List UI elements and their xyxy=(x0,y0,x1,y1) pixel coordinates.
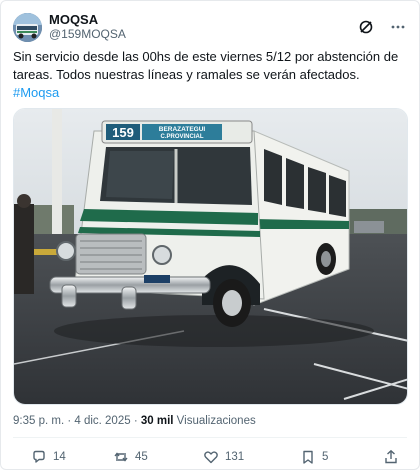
user-handle[interactable]: @159MOQSA xyxy=(49,27,126,42)
divider xyxy=(13,437,407,438)
heart-icon xyxy=(203,449,219,465)
like-button[interactable]: 131 xyxy=(203,449,244,465)
avatar[interactable] xyxy=(13,12,42,42)
bookmark-count: 5 xyxy=(322,451,329,463)
grok-icon[interactable] xyxy=(357,18,375,36)
like-count: 131 xyxy=(225,451,245,463)
tweet-card: MOQSA @159MOQSA Sin servicio desde las 0… xyxy=(0,0,420,470)
hashtag-link[interactable]: #Moqsa xyxy=(13,84,59,102)
share-icon xyxy=(383,449,399,465)
display-name[interactable]: MOQSA xyxy=(49,12,126,27)
meta-separator: · xyxy=(130,415,141,427)
tweet-media-image[interactable]: 159 BERAZATEGUI C.PROVINCIAL xyxy=(13,108,408,405)
reply-button[interactable]: 14 xyxy=(31,449,66,465)
bus-sign-line2: C.PROVINCIAL xyxy=(160,134,203,140)
tweet-body: Sin servicio desde las 00hs de este vier… xyxy=(13,49,399,82)
tweet-meta: 9:35 p. m. · 4 dic. 2025 · 30 mil Visual… xyxy=(13,415,256,427)
bus-route-number: 159 xyxy=(112,125,134,140)
tweet-header: MOQSA @159MOQSA xyxy=(13,9,407,45)
share-button[interactable] xyxy=(383,449,399,465)
bookmark-button[interactable]: 5 xyxy=(300,449,328,465)
views-label: Visualizaciones xyxy=(176,415,256,427)
retweet-count: 45 xyxy=(135,451,148,463)
tweet-text: Sin servicio desde las 00hs de este vier… xyxy=(13,48,403,102)
more-options-icon[interactable] xyxy=(389,18,407,36)
views-count: 30 mil xyxy=(140,415,174,427)
tweet-timestamp[interactable]: 9:35 p. m. · 4 dic. 2025 xyxy=(13,415,131,427)
bus-sign-line1: BERAZATEGUI xyxy=(159,126,206,133)
retweet-button[interactable]: 45 xyxy=(113,449,148,465)
reply-count: 14 xyxy=(53,451,66,463)
retweet-icon xyxy=(113,449,129,465)
reply-icon xyxy=(31,449,47,465)
tweet-actions: 14 45 131 5 xyxy=(13,447,407,467)
bookmark-icon xyxy=(300,449,316,465)
